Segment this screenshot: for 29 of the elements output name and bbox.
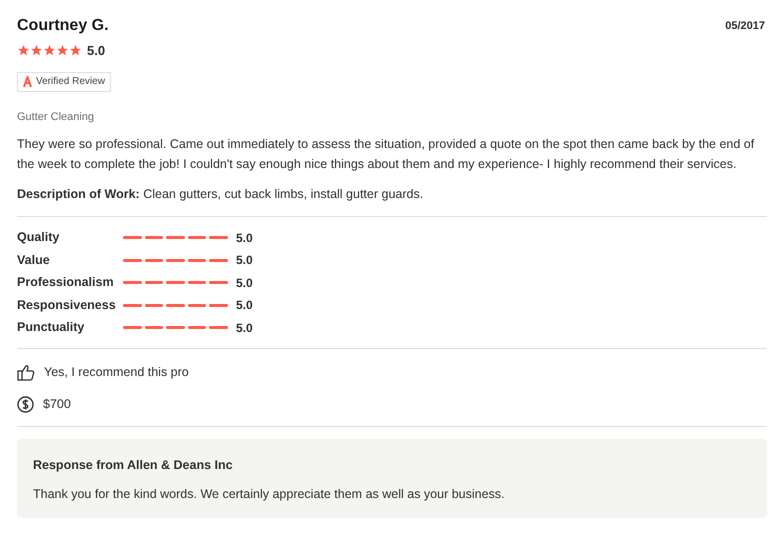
rating-value: 5.0 bbox=[87, 42, 106, 60]
verified-badge: Verified Review bbox=[17, 72, 111, 92]
rating-label: Punctuality bbox=[17, 319, 86, 336]
dollar-icon bbox=[17, 396, 34, 413]
rating-score: 5.0 bbox=[236, 230, 253, 246]
recommend-text: Yes, I recommend this pro bbox=[44, 364, 189, 382]
rating-label: Responsiveness bbox=[17, 296, 117, 314]
rating-score: 5.0 bbox=[236, 274, 253, 292]
brand-icon bbox=[23, 76, 32, 88]
service-category: Gutter Cleaning bbox=[17, 110, 96, 124]
thumbs-up-icon bbox=[17, 364, 35, 382]
response-title: Response from Allen & Deans Inc bbox=[33, 456, 234, 474]
price-text: $700 bbox=[43, 396, 71, 413]
review-text: They were so professional. Came out immediately to assess the situation, provided a quote on the spot then came back by the end of the week to complete the job! I couldn't say enough nice things about them and my experience- I highly recommend their services. bbox=[17, 136, 756, 173]
rating-label: Quality bbox=[17, 229, 60, 246]
star-icon bbox=[17, 44, 30, 58]
star-icon bbox=[56, 44, 69, 58]
rating-score: 5.0 bbox=[236, 297, 253, 314]
star-icon bbox=[69, 44, 82, 58]
star-icon bbox=[43, 44, 56, 58]
rating-score: 5.0 bbox=[236, 320, 253, 336]
review-date: 05/2017 bbox=[725, 19, 765, 34]
rating-score: 5.0 bbox=[236, 252, 253, 269]
rating-label: Professionalism bbox=[17, 274, 115, 292]
work-description: Description of Work: Clean gutters, cut back limbs, install gutter guards. bbox=[17, 186, 424, 203]
reviewer-name: Courtney G. bbox=[17, 16, 109, 36]
rating-label: Value bbox=[17, 252, 51, 269]
star-icon bbox=[30, 44, 43, 58]
response-text: Thank you for the kind words. We certainly appreciate them as well as your business. bbox=[33, 486, 506, 503]
